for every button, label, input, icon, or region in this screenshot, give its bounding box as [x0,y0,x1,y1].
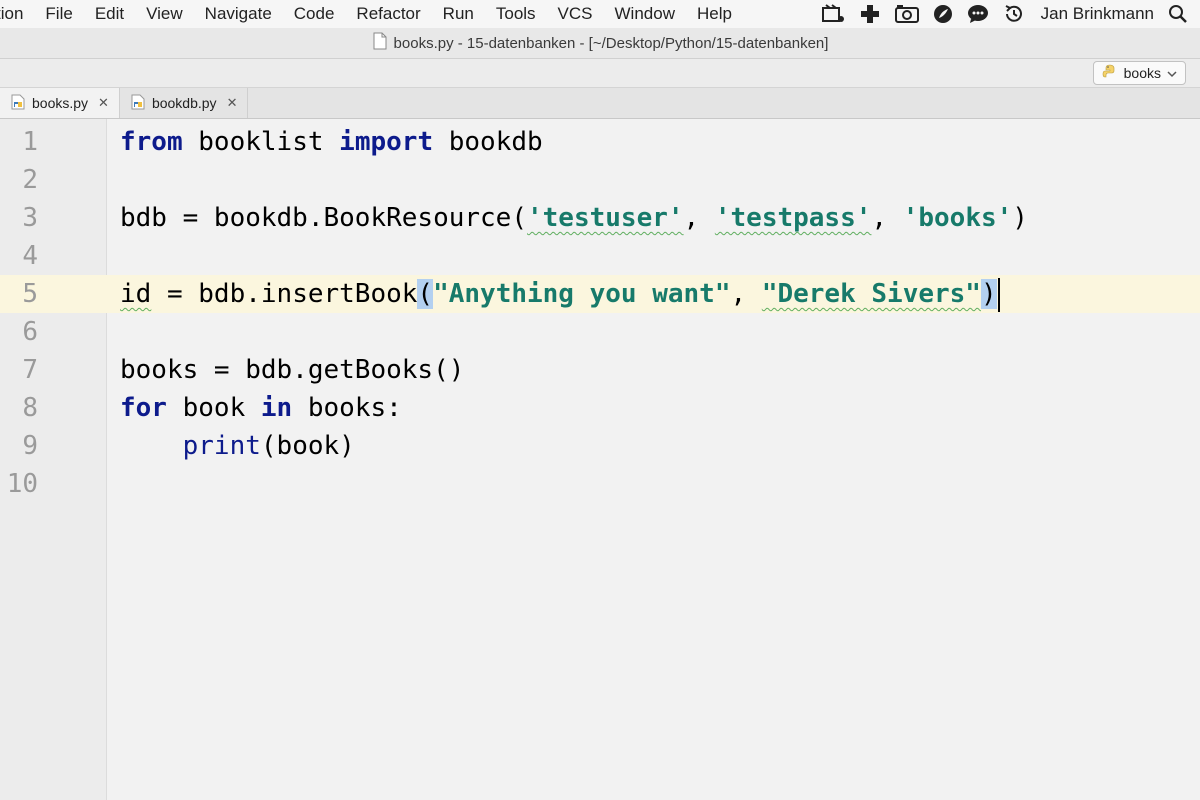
line-number: 5 [22,279,38,309]
code-line-4[interactable]: 4 [0,237,1200,275]
menu-file[interactable]: File [34,4,83,24]
python-file-icon [372,32,388,54]
menu-tray: Jan Brinkmann [821,0,1200,28]
editor-tabs: books.py ✕ bookdb.py ✕ [0,88,1200,119]
menu-code[interactable]: Code [283,4,346,24]
menu-run[interactable]: Run [432,4,485,24]
code-line-6[interactable]: 6 [0,313,1200,351]
code-editor[interactable]: 1 from booklist import bookdb 2 3 bdb = … [0,119,1200,800]
line-number: 9 [22,431,38,461]
line-number: 8 [22,393,38,423]
run-configuration-selector[interactable]: books [1092,61,1186,85]
menu-tools[interactable]: Tools [485,4,547,24]
menu-help[interactable]: Help [686,4,743,24]
code-text: for book in books: [120,393,402,423]
navigation-bar: books [0,59,1200,88]
menu-refactor[interactable]: Refactor [345,4,431,24]
code-line-3[interactable]: 3 bdb = bookdb.BookResource('testuser', … [0,199,1200,237]
menu-app[interactable]: tion [0,4,34,24]
code-line-1[interactable]: 1 from booklist import bookdb [0,123,1200,161]
search-icon[interactable] [1168,4,1188,24]
line-number: 7 [22,355,38,385]
chevron-down-icon [1167,65,1177,81]
python-icon [1102,64,1118,83]
menu-navigate[interactable]: Navigate [194,4,283,24]
tab-bookdb-py[interactable]: bookdb.py ✕ [120,88,249,118]
screen-recorder-icon[interactable] [821,4,845,24]
line-number: 10 [6,469,38,499]
line-number: 3 [22,203,38,233]
window-title: books.py - 15-datenbanken - [~/Desktop/P… [393,34,829,52]
menu-window[interactable]: Window [604,4,686,24]
plus-icon[interactable] [859,3,881,25]
camera-icon[interactable] [894,4,919,24]
line-number: 4 [22,241,38,271]
line-number: 1 [22,127,38,157]
close-icon[interactable]: ✕ [98,95,109,111]
tab-label: bookdb.py [151,95,217,111]
code-text: from booklist import bookdb [120,127,543,157]
window-title-bar: books.py - 15-datenbanken - [~/Desktop/P… [0,28,1200,59]
code-line-8[interactable]: 8 for book in books: [0,389,1200,427]
menu-vcs[interactable]: VCS [547,4,604,24]
time-machine-icon[interactable] [1003,3,1025,25]
code-text: print(book) [182,431,355,461]
menu-view[interactable]: View [135,4,194,24]
user-name[interactable]: Jan Brinkmann [1041,4,1154,24]
tab-books-py[interactable]: books.py ✕ [0,88,120,118]
close-icon[interactable]: ✕ [227,95,238,111]
code-line-10[interactable]: 10 [0,465,1200,503]
code-text: id = bdb.insertBook("Anything you want",… [120,275,1000,313]
code-line-5-current[interactable]: 5 id = bdb.insertBook("Anything you want… [0,275,1200,313]
menu-edit[interactable]: Edit [84,4,135,24]
chat-icon[interactable] [967,4,989,24]
run-configuration-label: books [1123,65,1161,81]
code-text: bdb = bookdb.BookResource('testuser', 't… [120,203,1028,233]
code-text: books = bdb.getBooks() [120,355,465,385]
line-number: 6 [22,317,38,347]
line-number: 2 [22,165,38,195]
leaf-icon[interactable] [933,4,953,24]
text-caret [997,277,1000,312]
code-line-9[interactable]: 9 print(book) [0,427,1200,465]
python-file-icon [130,94,146,113]
code-line-2[interactable]: 2 [0,161,1200,199]
code-line-7[interactable]: 7 books = bdb.getBooks() [0,351,1200,389]
python-file-icon [10,94,26,113]
tab-label: books.py [32,95,89,111]
